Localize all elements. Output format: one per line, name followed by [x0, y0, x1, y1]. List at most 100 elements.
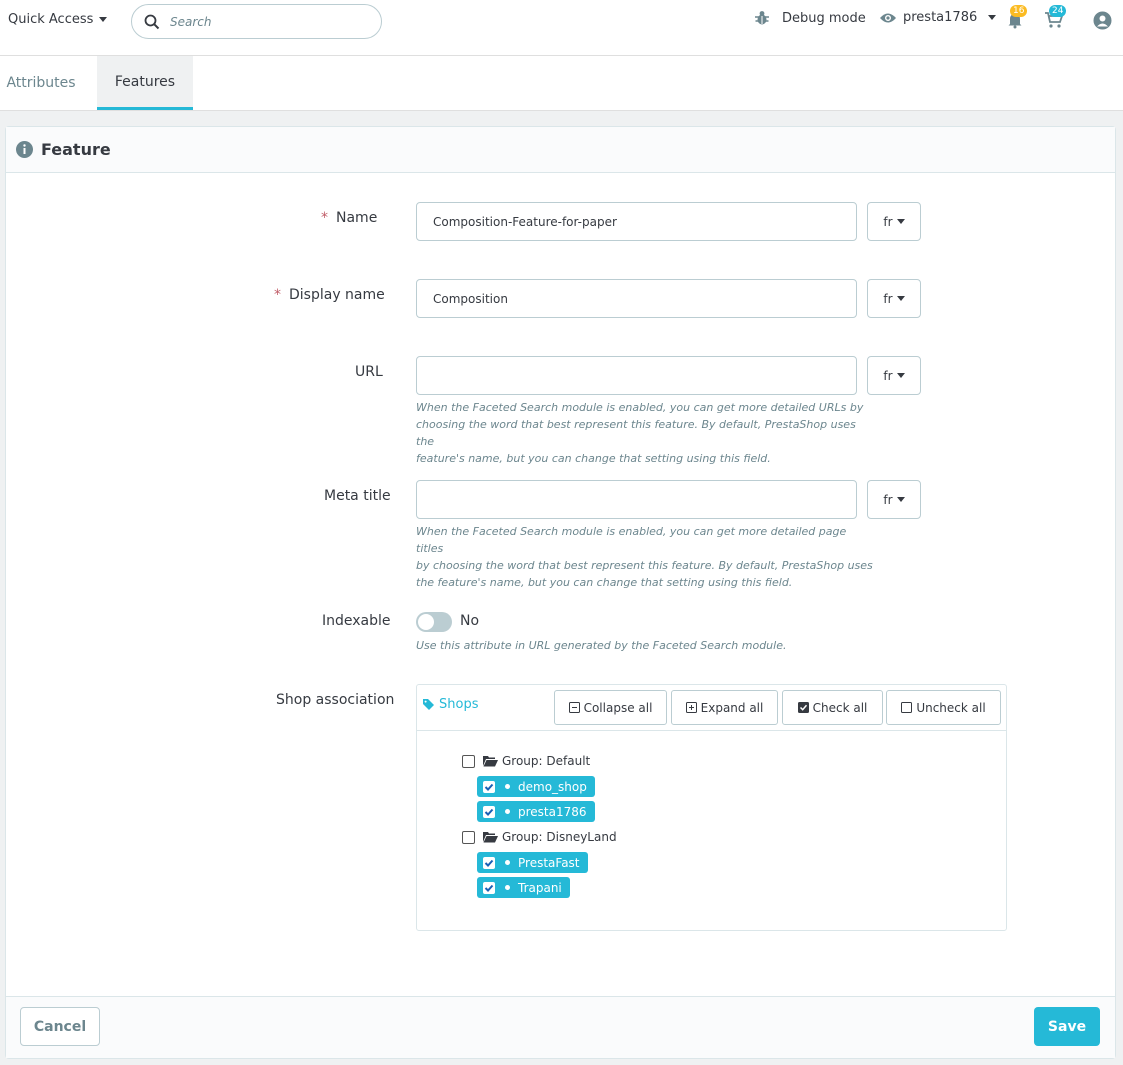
shop-tree-toolbar: Shops Collapse all Expand all Check all … — [417, 685, 1006, 731]
required-asterisk: * — [321, 210, 328, 226]
check-icon — [484, 783, 494, 791]
check-square-icon — [797, 702, 809, 713]
display-name-lang-dropdown[interactable]: fr — [867, 279, 921, 318]
display-name-label-text: Display name — [289, 287, 385, 303]
minus-square-icon — [568, 702, 580, 713]
display-name-label: * Display name — [274, 287, 385, 303]
indexable-help-text: Use this attribute in URL generated by t… — [416, 639, 787, 652]
tab-attributes-label: Attributes — [6, 75, 76, 91]
lang-code: fr — [883, 214, 893, 229]
check-all-label: Check all — [812, 700, 868, 715]
url-help-line: When the Faceted Search module is enable… — [416, 401, 864, 414]
lang-code: fr — [883, 492, 893, 507]
expand-all-button[interactable]: Expand all — [671, 690, 778, 725]
feature-form-card: Feature * Name Composition-Feature-for-pa… — [5, 126, 1116, 1059]
switch-knob — [418, 614, 434, 630]
shop-label: presta1786 — [518, 804, 587, 819]
shop-selector[interactable]: presta1786 — [879, 10, 997, 25]
quick-access-label: Quick Access — [8, 12, 94, 27]
tab-attributes[interactable]: Attributes — [0, 56, 82, 110]
caret-down-icon — [896, 373, 905, 378]
card-footer: Cancel Save — [6, 996, 1115, 1058]
shops-tag-label: Shops — [439, 697, 479, 712]
debug-mode-indicator[interactable]: Debug mode — [754, 10, 866, 26]
indexable-switch[interactable] — [416, 612, 452, 632]
quick-access-dropdown[interactable]: Quick Access — [8, 12, 108, 27]
group-default-label: Group: Default — [502, 754, 591, 768]
meta-title-input[interactable] — [416, 480, 857, 519]
lang-code: fr — [883, 291, 893, 306]
caret-down-icon — [896, 497, 905, 502]
display-name-input[interactable]: Composition — [416, 279, 857, 318]
shop-checkbox[interactable] — [483, 881, 495, 894]
meta-title-help-text: When the Faceted Search module is enable… — [416, 523, 876, 591]
caret-down-icon — [896, 219, 905, 224]
check-icon — [484, 884, 494, 892]
search-icon — [144, 14, 160, 29]
orders-badge: 24 — [1049, 5, 1067, 17]
name-input[interactable]: Composition-Feature-for-paper — [416, 202, 857, 241]
shop-presta1786[interactable]: presta1786 — [477, 801, 595, 822]
collapse-all-label: Collapse all — [583, 700, 653, 715]
url-lang-dropdown[interactable]: fr — [867, 356, 921, 395]
url-input[interactable] — [416, 356, 857, 395]
meta-title-help-line: When the Faceted Search module is enable… — [416, 525, 847, 555]
shop-prestafast[interactable]: PrestaFast — [477, 852, 588, 873]
card-title: Feature — [41, 140, 111, 159]
notifications-button[interactable]: 16 — [1006, 5, 1028, 33]
bullet-icon — [505, 784, 510, 789]
square-icon — [901, 702, 913, 713]
shop-checkbox[interactable] — [483, 805, 495, 818]
tab-features-label: Features — [114, 73, 176, 90]
account-button[interactable] — [1093, 11, 1112, 34]
tree-group-default: Group: Default — [462, 754, 590, 768]
caret-down-icon — [896, 296, 905, 301]
card-header: Feature — [6, 127, 1115, 173]
name-label-text: Name — [336, 210, 378, 226]
cancel-button[interactable]: Cancel — [20, 1007, 100, 1046]
name-lang-dropdown[interactable]: fr — [867, 202, 921, 241]
check-icon — [484, 808, 494, 816]
search-input[interactable] — [170, 14, 360, 29]
search-box[interactable] — [131, 4, 382, 39]
caret-down-icon — [988, 15, 997, 20]
shop-label: demo_shop — [518, 779, 587, 794]
orders-button[interactable]: 24 — [1044, 5, 1067, 33]
shop-name: presta1786 — [903, 10, 978, 25]
url-help-line: choosing the word that best represent th… — [416, 418, 856, 448]
bullet-icon — [505, 885, 510, 890]
group-disneyland-label: Group: DisneyLand — [502, 830, 617, 844]
shop-checkbox[interactable] — [483, 856, 495, 869]
name-label: * Name — [321, 210, 377, 226]
uncheck-all-button[interactable]: Uncheck all — [886, 690, 1001, 725]
indexable-label: Indexable — [322, 613, 391, 629]
group-default-checkbox[interactable] — [462, 754, 475, 768]
eye-icon — [880, 13, 896, 22]
save-button[interactable]: Save — [1034, 1007, 1100, 1046]
tab-features[interactable]: Features — [97, 56, 193, 110]
tree-group-disneyland: Group: DisneyLand — [462, 830, 617, 844]
shop-checkbox[interactable] — [483, 780, 495, 793]
shop-demo-shop[interactable]: demo_shop — [477, 776, 595, 797]
bullet-icon — [505, 860, 510, 865]
shop-trapani[interactable]: Trapani — [477, 877, 570, 898]
user-circle-icon — [1093, 11, 1112, 30]
expand-all-label: Expand all — [700, 700, 764, 715]
bug-icon — [755, 11, 769, 25]
top-header: Quick Access Debug mode presta1786 16 24 — [0, 0, 1123, 56]
shops-tag: Shops — [423, 697, 478, 712]
group-disneyland-checkbox[interactable] — [462, 830, 475, 844]
shop-tree-panel: Shops Collapse all Expand all Check all … — [416, 684, 1007, 931]
check-all-button[interactable]: Check all — [782, 690, 883, 725]
tag-icon — [423, 699, 434, 710]
collapse-all-button[interactable]: Collapse all — [554, 690, 667, 725]
uncheck-all-label: Uncheck all — [916, 700, 986, 715]
check-icon — [484, 859, 494, 867]
notifications-badge: 16 — [1010, 5, 1028, 17]
debug-mode-label: Debug mode — [782, 10, 866, 26]
bullet-icon — [505, 809, 510, 814]
plus-square-icon — [685, 702, 697, 713]
meta-title-lang-dropdown[interactable]: fr — [867, 480, 921, 519]
tab-bar: Attributes Features — [0, 56, 1123, 111]
folder-open-icon — [483, 832, 498, 843]
